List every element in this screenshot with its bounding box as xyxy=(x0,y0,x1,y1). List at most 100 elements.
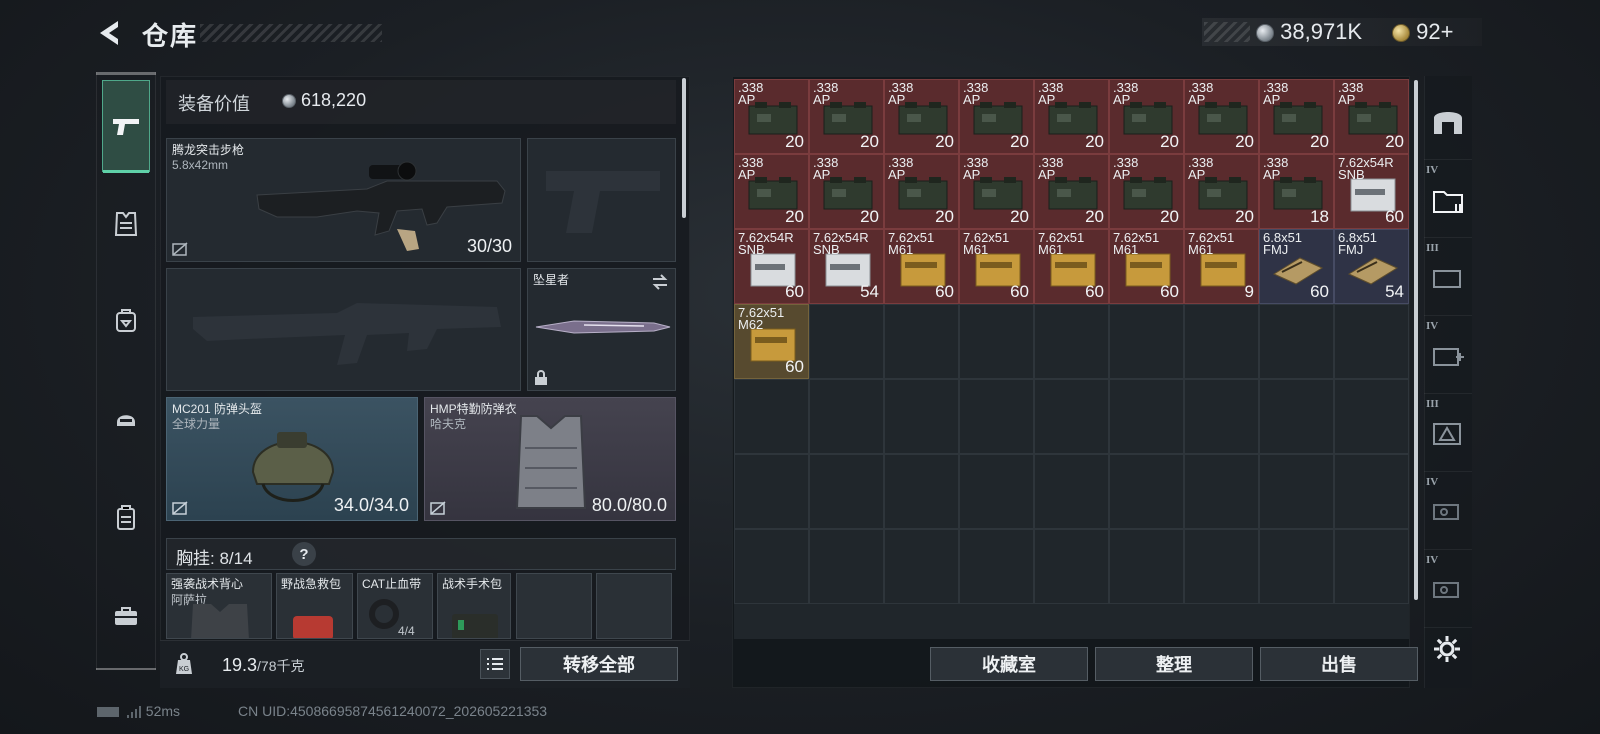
empty-stash-cell[interactable] xyxy=(884,379,959,454)
stash-item[interactable]: .338 AP 20 xyxy=(734,79,809,154)
sidearm-slot[interactable] xyxy=(527,138,676,262)
empty-stash-cell[interactable] xyxy=(1109,454,1184,529)
empty-stash-cell[interactable] xyxy=(1109,304,1184,379)
stash-item[interactable]: .338 AP 20 xyxy=(734,154,809,229)
stash-tab-main[interactable] xyxy=(1424,82,1472,160)
ticket-display[interactable]: 92+ xyxy=(1392,19,1453,45)
empty-stash-cell[interactable] xyxy=(884,529,959,604)
empty-stash-cell[interactable] xyxy=(734,529,809,604)
transfer-all-button[interactable]: 转移全部 xyxy=(520,647,678,681)
stash-scrollbar[interactable] xyxy=(1414,80,1418,600)
category-armor[interactable] xyxy=(102,178,150,270)
empty-stash-cell[interactable] xyxy=(959,379,1034,454)
category-case[interactable] xyxy=(102,570,150,662)
empty-stash-cell[interactable] xyxy=(1184,304,1259,379)
stash-item[interactable]: 6.8x51 FMJ 54 xyxy=(1334,229,1409,304)
empty-stash-cell[interactable] xyxy=(1334,379,1409,454)
melee-slot[interactable]: 坠星者 xyxy=(527,268,676,391)
empty-stash-cell[interactable] xyxy=(1259,529,1334,604)
stash-item[interactable]: .338 AP 20 xyxy=(1184,79,1259,154)
back-arrow-icon[interactable] xyxy=(96,18,126,48)
stash-item[interactable]: 7.62x51 M61 60 xyxy=(1109,229,1184,304)
stash-item[interactable]: 7.62x51 M61 60 xyxy=(884,229,959,304)
organize-button[interactable]: 整理 xyxy=(1095,647,1253,681)
rig-item-tourniquet[interactable]: CAT止血带 4/4 xyxy=(357,573,433,639)
stash-tab-3[interactable]: III xyxy=(1424,238,1472,316)
category-rig[interactable] xyxy=(102,472,150,564)
secondary-weapon-slot[interactable] xyxy=(166,268,521,391)
category-weapons[interactable] xyxy=(102,80,150,173)
stash-item[interactable]: .338 AP 20 xyxy=(1259,79,1334,154)
list-view-button[interactable] xyxy=(480,649,510,679)
empty-stash-cell[interactable] xyxy=(1034,379,1109,454)
stash-tab-4[interactable]: IV xyxy=(1424,316,1472,394)
stash-item[interactable]: .338 AP 20 xyxy=(1034,154,1109,229)
empty-stash-cell[interactable] xyxy=(1034,304,1109,379)
empty-stash-cell[interactable] xyxy=(1034,529,1109,604)
stash-item[interactable]: .338 AP 20 xyxy=(809,154,884,229)
empty-stash-cell[interactable] xyxy=(734,379,809,454)
empty-stash-cell[interactable] xyxy=(1184,379,1259,454)
empty-stash-cell[interactable] xyxy=(1109,379,1184,454)
rig-item-vest[interactable]: 强袭战术背心 阿萨拉 xyxy=(166,573,272,639)
armor-slot[interactable]: HMP特勤防弹衣 哈夫克 80.0/80.0 xyxy=(424,397,676,521)
stash-tab-5[interactable]: III xyxy=(1424,394,1472,472)
empty-stash-cell[interactable] xyxy=(1259,304,1334,379)
stash-item[interactable]: .338 AP 20 xyxy=(1034,79,1109,154)
settings-button[interactable] xyxy=(1432,634,1462,664)
empty-stash-cell[interactable] xyxy=(809,529,884,604)
stash-item[interactable]: .338 AP 20 xyxy=(884,154,959,229)
help-button[interactable]: ? xyxy=(292,542,316,566)
stash-item[interactable]: .338 AP 20 xyxy=(884,79,959,154)
empty-stash-cell[interactable] xyxy=(1259,454,1334,529)
empty-stash-cell[interactable] xyxy=(1109,529,1184,604)
empty-stash-cell[interactable] xyxy=(809,379,884,454)
rig-item-empty[interactable] xyxy=(516,573,592,639)
empty-stash-cell[interactable] xyxy=(1334,304,1409,379)
empty-stash-cell[interactable] xyxy=(884,304,959,379)
stash-item[interactable]: .338 AP 20 xyxy=(959,154,1034,229)
stash-item[interactable]: .338 AP 20 xyxy=(809,79,884,154)
stash-item[interactable]: .338 AP 20 xyxy=(959,79,1034,154)
empty-stash-cell[interactable] xyxy=(1034,454,1109,529)
stash-tab-7[interactable]: IV xyxy=(1424,550,1472,628)
category-backpack[interactable] xyxy=(102,274,150,366)
stash-item[interactable]: .338 AP 20 xyxy=(1184,154,1259,229)
stash-item[interactable]: .338 AP 18 xyxy=(1259,154,1334,229)
stash-item[interactable]: .338 AP 20 xyxy=(1109,154,1184,229)
category-helmet[interactable] xyxy=(102,372,150,464)
empty-stash-cell[interactable] xyxy=(809,454,884,529)
empty-stash-cell[interactable] xyxy=(734,454,809,529)
rig-item-firstaid[interactable]: 野战急救包 xyxy=(276,573,353,639)
stash-item[interactable]: 7.62x51 M62 60 xyxy=(734,304,809,379)
primary-weapon-slot[interactable]: 腾龙突击步枪 5.8x42mm 30/30 xyxy=(166,138,521,262)
helmet-slot[interactable]: MC201 防弹头盔 全球力量 34.0/34.0 xyxy=(166,397,418,521)
swap-icon[interactable] xyxy=(651,274,669,290)
empty-stash-cell[interactable] xyxy=(1334,529,1409,604)
stash-item[interactable]: 7.62x51 M61 60 xyxy=(1034,229,1109,304)
stash-item[interactable]: .338 AP 20 xyxy=(1109,79,1184,154)
stash-item[interactable]: 6.8x51 FMJ 60 xyxy=(1259,229,1334,304)
rig-item-empty[interactable] xyxy=(596,573,672,639)
stash-item[interactable]: 7.62x54R SNB 60 xyxy=(1334,154,1409,229)
empty-stash-cell[interactable] xyxy=(884,454,959,529)
empty-stash-cell[interactable] xyxy=(1184,529,1259,604)
collection-room-button[interactable]: 收藏室 xyxy=(930,647,1088,681)
stash-item[interactable]: 7.62x54R SNB 60 xyxy=(734,229,809,304)
empty-stash-cell[interactable] xyxy=(1259,379,1334,454)
empty-stash-cell[interactable] xyxy=(959,304,1034,379)
stash-item[interactable]: 7.62x51 M61 60 xyxy=(959,229,1034,304)
stash-item[interactable]: 7.62x54R SNB 54 xyxy=(809,229,884,304)
rig-item-surgical[interactable]: 战术手术包 xyxy=(437,573,511,639)
stash-tab-6[interactable]: IV xyxy=(1424,472,1472,550)
empty-stash-cell[interactable] xyxy=(959,454,1034,529)
stash-tab-2[interactable]: IV xyxy=(1424,160,1472,238)
stash-item[interactable]: .338 AP 20 xyxy=(1334,79,1409,154)
empty-stash-cell[interactable] xyxy=(809,304,884,379)
empty-stash-cell[interactable] xyxy=(1334,454,1409,529)
stash-item[interactable]: 7.62x51 M61 9 xyxy=(1184,229,1259,304)
equipment-scrollbar[interactable] xyxy=(682,78,686,218)
empty-stash-cell[interactable] xyxy=(1184,454,1259,529)
add-tickets-button[interactable]: + xyxy=(1441,19,1454,44)
sell-button[interactable]: 出售 xyxy=(1260,647,1418,681)
